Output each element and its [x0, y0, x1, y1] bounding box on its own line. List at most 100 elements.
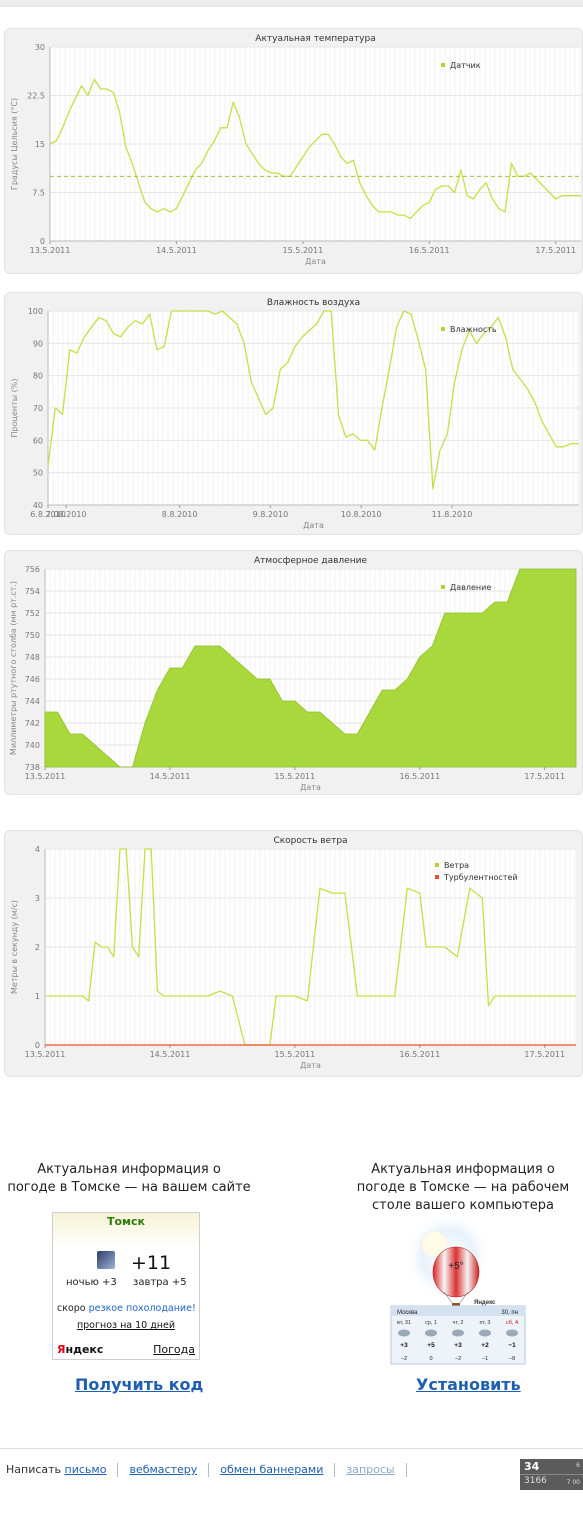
x-axis-label: Дата — [300, 1061, 321, 1070]
get-code-link[interactable]: Получить код — [75, 1375, 203, 1394]
x-tick-label: 17.5.2011 — [524, 1050, 565, 1059]
yandex-weather-informer[interactable]: Томск +11 ночью +3 завтра +5 скоро резко… — [52, 1212, 200, 1360]
x-tick-label: 10.8.2010 — [341, 510, 382, 519]
x-tick-label: 17.5.2011 — [524, 772, 565, 781]
informer-night: ночью +3 — [66, 1277, 117, 1288]
legend-label: Турбулентностей — [443, 873, 518, 882]
legend-marker — [441, 327, 445, 331]
informer-soon-text: скоро — [57, 1303, 89, 1314]
pressure-chart-panel: 738 740 742 744 746 748 750 752 754 756 13.5.2011 1… — [4, 550, 583, 795]
footer-separator — [405, 1463, 407, 1477]
desktop-caption-line-2: погоде в Томске — на рабочем — [356, 1180, 570, 1195]
pressure-chart: 738 740 742 744 746 748 750 752 754 756 13.5.2011 1… — [9, 556, 577, 792]
counter-bottom-value: 3166 — [524, 1476, 547, 1486]
forecast-10-days-link[interactable]: прогноз на 10 дней — [53, 1320, 199, 1331]
legend-label: Влажность — [450, 325, 497, 334]
visit-counter[interactable]: 34 6 3166 7 00 — [520, 1459, 583, 1490]
y-tick-label: 3 — [35, 894, 40, 903]
footer-webmaster-link[interactable]: вебмастеру — [129, 1463, 197, 1476]
legend-label: Датчик — [450, 61, 481, 70]
temperature-chart: 0 7.5 15 22.5 30 13.5.2011 14.5.2011 15.5.2011 1… — [10, 34, 581, 266]
x-tick-label: 8.8.2010 — [162, 510, 198, 519]
forecast-cloud-icon — [479, 1329, 491, 1337]
y-tick-label: 746 — [25, 675, 40, 684]
y-tick-label: 90 — [33, 339, 43, 348]
forecast-low: −1 — [482, 1356, 488, 1362]
forecast-day-label: чт, 2 — [453, 1320, 464, 1326]
desktop-caption-line-3: столе вашего компьютера — [371, 1198, 555, 1213]
forecast-cloud-icon — [452, 1329, 464, 1337]
forecast-high: −1 — [508, 1342, 516, 1349]
desktop-widget-caption: Актуальная информация о погоде в Томске … — [338, 1161, 583, 1215]
chart-title: Актуальная температура — [255, 34, 375, 44]
y-axis-label: Метры в секунду (м/с) — [10, 900, 19, 994]
y-tick-label: 50 — [33, 469, 43, 478]
counter-bottom-small: 7 00 — [566, 1479, 580, 1486]
y-tick-label: 740 — [25, 741, 40, 750]
x-tick-label: 14.5.2011 — [150, 772, 191, 781]
x-tick-label: 7.08.2010 — [46, 510, 87, 519]
legend-marker — [441, 63, 445, 67]
footer-letter-link[interactable]: письмо — [65, 1463, 107, 1476]
chart-title: Влажность воздуха — [267, 298, 360, 308]
x-tick-label: 14.5.2011 — [150, 1050, 191, 1059]
balloon-temperature: +5° — [448, 1261, 463, 1272]
wind-chart-panel: 0 1 2 3 4 13.5.2011 14.5.2011 15.5.2011 16.5.201… — [4, 830, 583, 1077]
y-tick-label: 744 — [25, 697, 40, 706]
counter-divider — [520, 1474, 583, 1475]
forecast-cloud-icon — [506, 1329, 518, 1337]
forecast-cloud-icon — [398, 1329, 410, 1337]
y-tick-label: 60 — [33, 436, 43, 445]
forecast-high: +5 — [427, 1342, 435, 1349]
x-axis-label: Дата — [303, 521, 324, 530]
x-tick-label: 13.5.2011 — [30, 246, 71, 255]
site-caption-line-2: погоде в Томске — на вашем сайте — [7, 1180, 251, 1195]
y-tick-label: 40 — [33, 501, 43, 510]
legend-label: Давление — [450, 583, 491, 592]
y-tick-label: 748 — [25, 653, 40, 662]
desktop-gadget-preview[interactable]: +5° Яндекс Москва 30, пн вт, 31 +3 −2 ср, 1… — [390, 1214, 530, 1366]
legend-marker — [435, 875, 439, 879]
x-tick-label: 15.5.2011 — [275, 1050, 316, 1059]
forecast-day-label: пт, 3 — [479, 1320, 490, 1326]
x-tick-label: 17.5.2011 — [535, 246, 576, 255]
y-axis-label: Миллиметры ртутного столба (мм рт.ст.) — [9, 581, 18, 755]
x-tick-label: 13.5.2011 — [25, 772, 66, 781]
footer-separator — [334, 1463, 336, 1477]
x-tick-label: 13.5.2011 — [25, 1050, 66, 1059]
yandex-logo-rest: ндекс — [65, 1343, 104, 1356]
y-tick-label: 750 — [25, 631, 40, 640]
forecast-day-label: вт, 31 — [397, 1320, 411, 1326]
gadget-date: 30, пн — [501, 1310, 518, 1316]
footer-banners-link[interactable]: обмен баннерами — [220, 1463, 323, 1476]
y-tick-label: 100 — [28, 307, 43, 316]
y-tick-label: 70 — [33, 404, 43, 413]
x-axis-label: Дата — [305, 257, 326, 266]
informer-cold-link[interactable]: резкое похолодание! — [89, 1303, 196, 1314]
y-tick-label: 2 — [35, 943, 40, 952]
y-tick-label: 738 — [25, 763, 40, 772]
y-tick-label: 0 — [40, 237, 45, 246]
forecast-low: −8 — [509, 1356, 515, 1362]
humidity-chart: 4050607080901006.8.20107.08.2010 8.8.2010… — [10, 298, 579, 530]
yandex-logo[interactable]: Яндекс — [57, 1343, 103, 1356]
balloon-icon: +5° — [432, 1246, 480, 1309]
install-link[interactable]: Установить — [416, 1375, 521, 1394]
forecast-day-label: сб, 4 — [506, 1320, 518, 1326]
forecast-low: −2 — [455, 1356, 461, 1362]
y-axis-label: Проценты (%) — [10, 379, 19, 438]
counter-top-value: 34 — [524, 1460, 540, 1473]
x-tick-label: 16.5.2011 — [399, 772, 440, 781]
footer-separator — [117, 1463, 119, 1477]
y-tick-label: 754 — [25, 587, 40, 596]
x-tick-label: 15.5.2011 — [275, 772, 316, 781]
y-tick-label: 1 — [35, 992, 40, 1001]
footer-write-label: Написать — [6, 1463, 62, 1476]
weather-link[interactable]: Погода — [153, 1343, 195, 1356]
footer-requests-link[interactable]: запросы — [346, 1463, 394, 1476]
desktop-caption-line-1: Актуальная информация о — [371, 1162, 555, 1177]
gadget-city: Москва — [397, 1310, 418, 1316]
x-tick-label: 14.5.2011 — [156, 246, 197, 255]
top-strip — [0, 0, 583, 7]
chart-title: Скорость ветра — [273, 836, 347, 846]
